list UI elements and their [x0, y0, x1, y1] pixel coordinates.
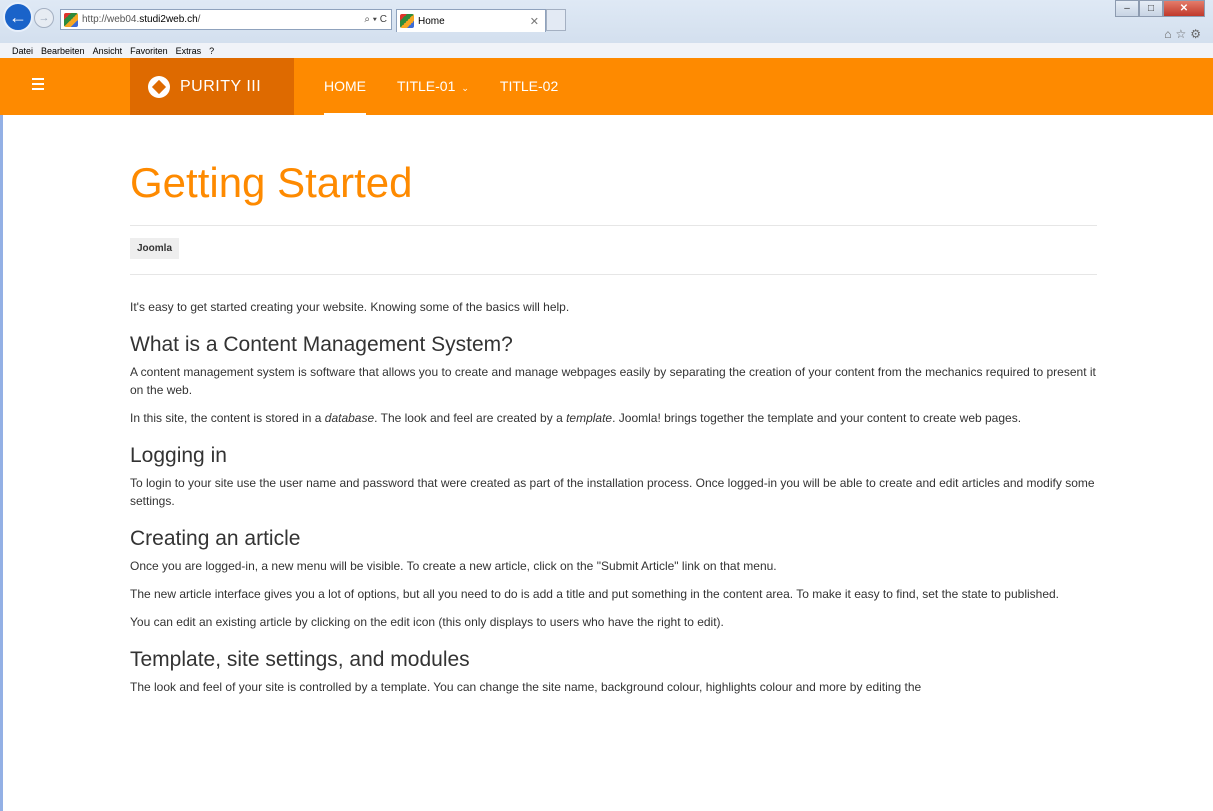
window-controls: – □ ✕	[1115, 0, 1205, 17]
tab-favicon-icon	[400, 14, 414, 28]
gear-icon[interactable]: ⚙	[1190, 27, 1205, 41]
menu-ansicht[interactable]: Ansicht	[93, 46, 123, 56]
menu-favoriten[interactable]: Favoriten	[130, 46, 168, 56]
nav-item-home[interactable]: HOME	[324, 58, 366, 115]
paragraph: The new article interface gives you a lo…	[130, 587, 1060, 601]
minimize-icon[interactable]: –	[1115, 0, 1139, 17]
main-nav: HOME TITLE-01 ⌄ TITLE-02	[324, 58, 589, 115]
section-heading-cms: What is a Content Management System?	[130, 333, 513, 356]
paragraph: In this site, the content is stored in a…	[130, 411, 1022, 425]
site-favicon-icon	[64, 12, 78, 27]
menu-extras[interactable]: Extras	[176, 46, 202, 56]
favorites-star-icon[interactable]: ☆	[1175, 27, 1190, 41]
paragraph: You can edit an existing article by clic…	[130, 615, 724, 629]
home-icon[interactable]: ⌂	[1164, 27, 1175, 41]
nav-item-title-01[interactable]: TITLE-01 ⌄	[397, 58, 469, 115]
logo-icon	[148, 75, 170, 98]
page-title: Getting Started	[130, 159, 413, 206]
close-window-icon[interactable]: ✕	[1163, 0, 1205, 17]
section-heading-creating-article: Creating an article	[130, 527, 301, 550]
browser-chrome: ← → http://web04.studi2web.ch/ ⌕ ▾ C Hom…	[0, 0, 1213, 58]
chevron-down-icon: ⌄	[461, 83, 469, 93]
hamburger-menu-icon[interactable]	[32, 78, 44, 90]
browser-tab-home[interactable]: Home ✕	[396, 9, 546, 32]
tab-close-icon[interactable]: ✕	[530, 15, 539, 28]
browser-menubar: Datei Bearbeiten Ansicht Favoriten Extra…	[0, 43, 1213, 58]
tag-badge[interactable]: Joomla	[130, 238, 180, 259]
section-heading-template: Template, site settings, and modules	[130, 648, 470, 671]
paragraph: Once you are logged-in, a new menu will …	[130, 559, 777, 573]
article: Getting Started Joomla It's easy to get …	[130, 115, 1097, 706]
paragraph: To login to your site use the user name …	[130, 476, 1095, 508]
browser-tool-icons: ⌂☆⚙	[1164, 27, 1205, 41]
search-refresh-icon[interactable]: ⌕ ▾ C	[364, 14, 391, 25]
left-edge-bar	[0, 115, 3, 811]
back-arrow-icon[interactable]: ←	[3, 2, 33, 32]
section-heading-logging-in: Logging in	[130, 444, 227, 467]
intro-paragraph: It's easy to get started creating your w…	[130, 300, 570, 314]
menu-bearbeiten[interactable]: Bearbeiten	[41, 46, 85, 56]
divider	[130, 274, 1097, 275]
paragraph: The look and feel of your site is contro…	[130, 680, 922, 694]
menu-datei[interactable]: Datei	[12, 46, 33, 56]
nav-item-title-02[interactable]: TITLE-02	[500, 58, 558, 115]
paragraph: A content management system is software …	[130, 365, 1096, 397]
logo-text: PURITY III	[180, 77, 262, 95]
tab-title: Home	[418, 15, 445, 27]
new-tab-button[interactable]	[546, 9, 566, 31]
forward-arrow-icon[interactable]: →	[34, 8, 54, 28]
site-logo[interactable]: PURITY III	[130, 58, 294, 115]
address-url: http://web04.studi2web.ch/	[82, 14, 201, 25]
nav-item-title-01-label: TITLE-01	[397, 78, 456, 94]
address-bar[interactable]: http://web04.studi2web.ch/ ⌕ ▾ C	[60, 9, 392, 30]
menu-help[interactable]: ?	[209, 46, 214, 56]
maximize-icon[interactable]: □	[1139, 0, 1163, 17]
site-header: PURITY III HOME TITLE-01 ⌄ TITLE-02	[0, 58, 1213, 115]
divider	[130, 225, 1097, 226]
